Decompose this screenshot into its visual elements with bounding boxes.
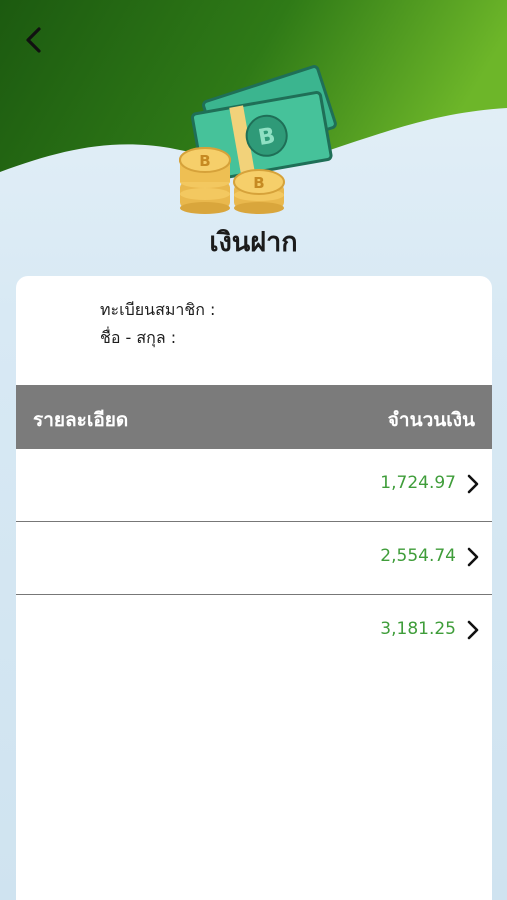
chevron-right-icon [467, 474, 479, 494]
back-button[interactable] [14, 20, 54, 60]
member-info: ทะเบียนสมาชิก : ชื่อ - สกุล : [100, 296, 215, 352]
column-amount: จำนวนเงิน [387, 409, 475, 431]
deposit-row[interactable]: 3,181.25 [16, 595, 492, 667]
svg-text:B: B [253, 174, 264, 192]
deposit-list: 1,724.97 2,554.74 3,181.25 [16, 449, 492, 667]
chevron-right-icon [467, 620, 479, 640]
chevron-right-icon [467, 547, 479, 567]
chevron-left-icon [26, 27, 41, 53]
deposit-row[interactable]: 1,724.97 [16, 449, 492, 522]
table-header: รายละเอียด จำนวนเงิน [16, 385, 492, 449]
deposit-row[interactable]: 2,554.74 [16, 522, 492, 595]
deposit-amount: 1,724.97 [380, 473, 456, 493]
deposit-amount: 3,181.25 [380, 619, 456, 639]
page-title: เงินฝาก [209, 227, 298, 258]
bitcoin-money-icon: B B B [179, 65, 337, 214]
svg-text:B: B [199, 152, 210, 170]
deposit-card: ทะเบียนสมาชิก : ชื่อ - สกุล : รายละเอียด… [16, 276, 492, 900]
member-id-label: ทะเบียนสมาชิก : [100, 300, 216, 319]
member-name-label: ชื่อ - สกุล : [100, 328, 177, 347]
column-detail: รายละเอียด [33, 409, 129, 431]
deposit-amount: 2,554.74 [380, 546, 456, 566]
